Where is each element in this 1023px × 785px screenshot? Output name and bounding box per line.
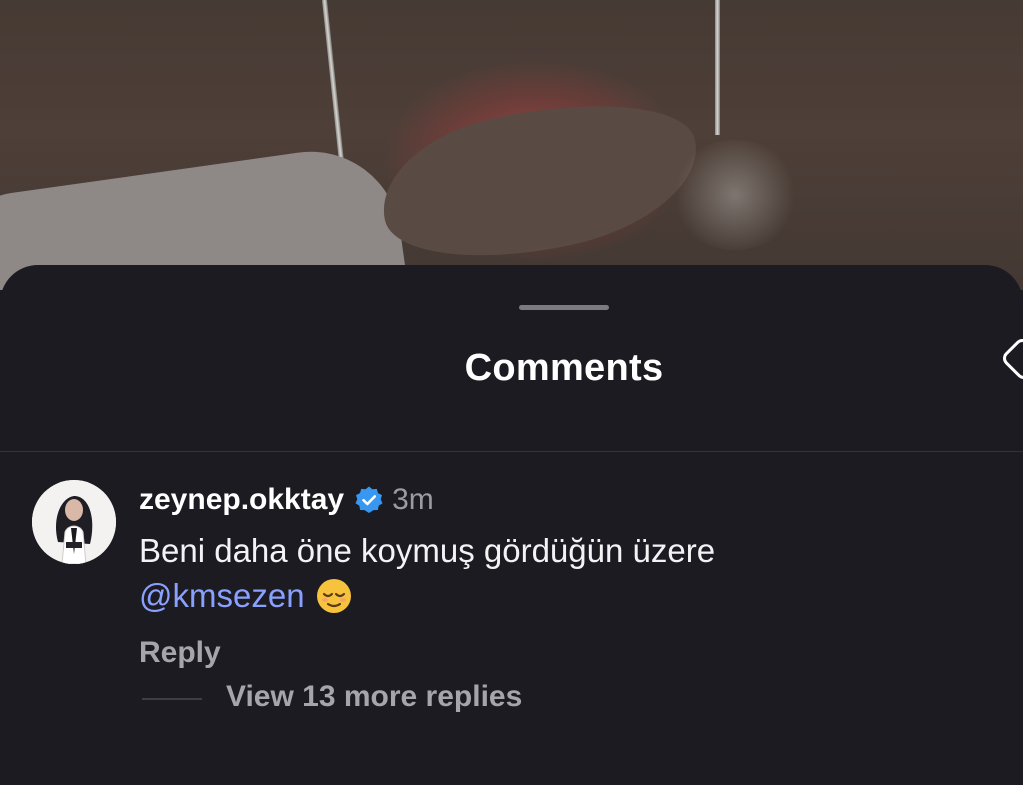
verified-badge-icon <box>354 485 384 515</box>
comment-text: Beni daha öne koymuş gördüğün üzere <box>139 532 716 569</box>
reply-button[interactable]: Reply <box>139 636 221 670</box>
sheet-title: Comments <box>464 347 664 389</box>
replies-connector-line <box>142 698 202 700</box>
header-divider <box>0 451 1023 452</box>
view-more-replies-button[interactable]: View 13 more replies <box>226 680 522 714</box>
relieved-face-emoji <box>315 577 353 626</box>
user-mention-link[interactable]: @kmsezen <box>139 577 305 614</box>
comment-username[interactable]: zeynep.okktay <box>139 483 344 517</box>
comment-header: zeynep.okktay 3m <box>139 478 434 522</box>
sheet-drag-handle[interactable] <box>519 305 609 310</box>
post-media-backdrop <box>0 0 1023 290</box>
metal-pole <box>715 0 720 135</box>
comment-mention-line: @kmsezen <box>139 573 899 626</box>
comment-timestamp: 3m <box>392 483 434 516</box>
fur-accessory <box>670 140 800 250</box>
comment-body: Beni daha öne koymuş gördüğün üzere @kms… <box>139 528 899 626</box>
avatar[interactable] <box>32 480 116 564</box>
